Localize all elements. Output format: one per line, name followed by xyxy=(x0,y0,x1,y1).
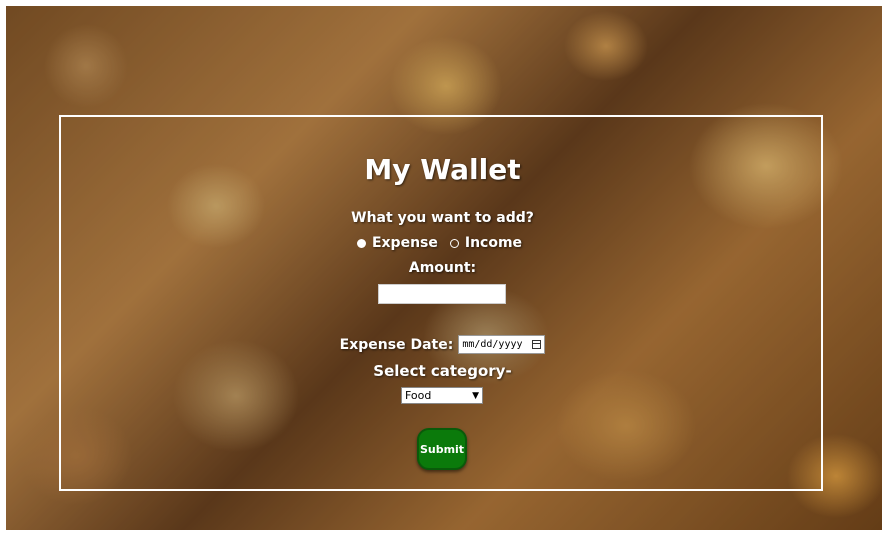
page-title: My Wallet xyxy=(364,153,521,186)
expense-radio-label[interactable]: Expense xyxy=(372,235,438,251)
category-select[interactable]: Food ▼ xyxy=(401,387,483,404)
wallet-form: My Wallet What you want to add? Expense … xyxy=(0,0,885,533)
chevron-down-icon: ▼ xyxy=(472,390,479,401)
add-type-prompt: What you want to add? xyxy=(351,210,534,226)
submit-button[interactable]: Submit xyxy=(417,428,467,470)
calendar-icon[interactable] xyxy=(532,340,542,349)
amount-label: Amount: xyxy=(408,260,477,276)
expense-radio[interactable] xyxy=(356,238,366,248)
expense-date-input[interactable]: mm/dd/yyyy xyxy=(458,335,546,354)
income-radio-label[interactable]: Income xyxy=(465,235,522,251)
category-selected-value: Food xyxy=(405,389,432,402)
income-radio[interactable] xyxy=(449,238,459,248)
expense-date-label: Expense Date: xyxy=(339,336,454,353)
date-placeholder: mm/dd/yyyy xyxy=(462,339,523,350)
category-label: Select category- xyxy=(373,362,512,380)
amount-input[interactable] xyxy=(378,284,506,304)
expense-date-row: Expense Date: mm/dd/yyyy xyxy=(0,335,885,354)
type-radio-group: Expense Income xyxy=(0,235,885,251)
